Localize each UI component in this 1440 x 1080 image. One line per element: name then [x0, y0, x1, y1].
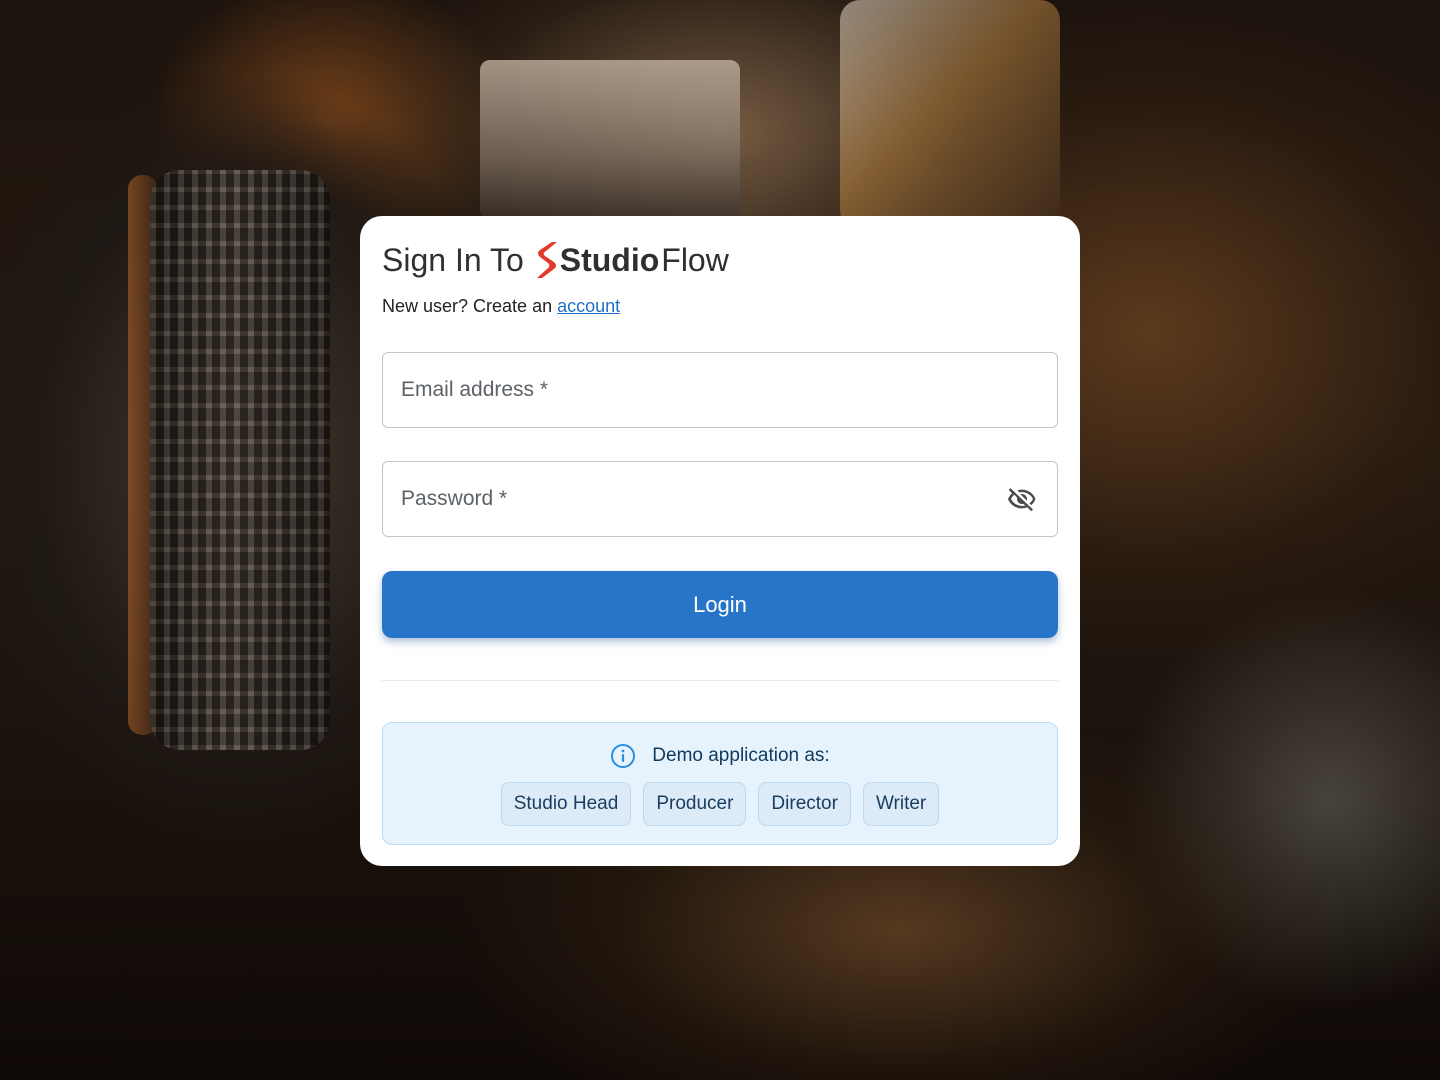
email-field[interactable]	[382, 352, 1058, 428]
brand-logo: Studio Flow	[534, 240, 729, 280]
eye-off-icon	[1008, 488, 1036, 512]
demo-heading: Demo application as:	[383, 743, 1057, 769]
create-account-link[interactable]: account	[557, 296, 620, 316]
email-input[interactable]	[401, 353, 1039, 427]
demo-role-studio-head-button[interactable]: Studio Head	[500, 782, 632, 826]
studioflow-logo-icon	[536, 242, 557, 278]
background-camera-part	[840, 0, 1060, 230]
page-title: Sign In To Studio Flow	[382, 236, 729, 284]
title-prefix: Sign In To	[382, 241, 524, 278]
password-input[interactable]	[401, 462, 1005, 536]
login-card: Sign In To Studio Flow New user? Create a…	[360, 216, 1080, 866]
toggle-password-visibility-button[interactable]	[1005, 482, 1039, 516]
demo-role-writer-button[interactable]: Writer	[862, 782, 940, 826]
demo-panel: Demo application as: Studio Head Produce…	[382, 722, 1058, 845]
background-gear	[480, 60, 740, 220]
demo-role-director-button[interactable]: Director	[758, 782, 851, 826]
password-field[interactable]	[382, 461, 1058, 537]
background-focus-ring	[150, 170, 330, 750]
divider	[382, 680, 1058, 681]
signup-prompt: New user? Create an account	[382, 296, 620, 317]
demo-heading-text: Demo application as:	[652, 745, 830, 766]
info-icon	[611, 744, 636, 768]
brand-name-light: Flow	[661, 241, 729, 278]
demo-role-producer-button[interactable]: Producer	[643, 782, 747, 826]
brand-name-strong: Studio	[559, 241, 660, 278]
demo-role-list: Studio Head Producer Director Writer	[383, 782, 1057, 826]
login-button[interactable]: Login	[382, 571, 1058, 638]
signup-prompt-text: New user? Create an	[382, 296, 553, 316]
